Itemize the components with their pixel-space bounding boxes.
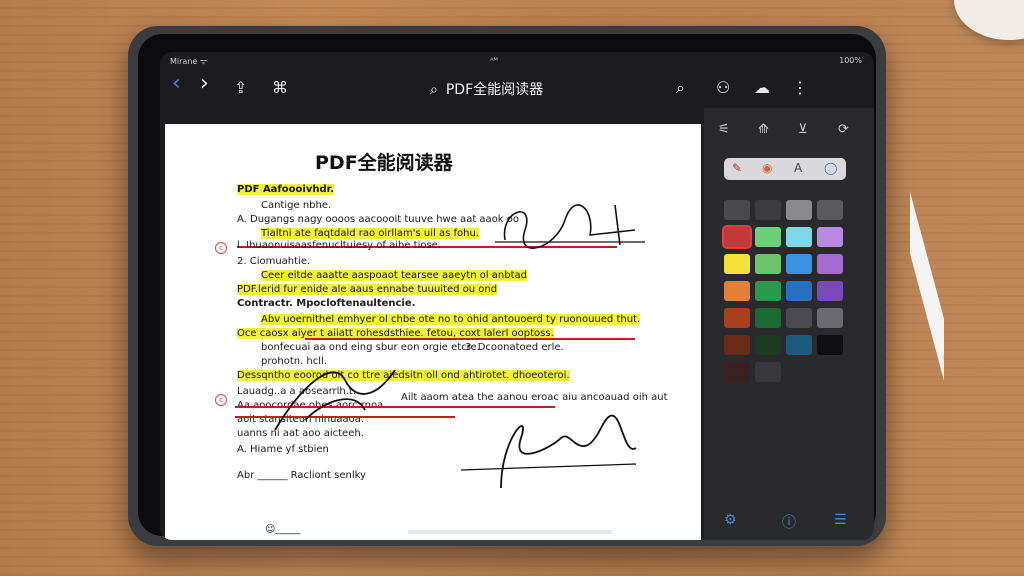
doc-line: Contractr. Mpocloftenaultencie.	[237, 298, 416, 309]
color-swatch[interactable]	[786, 200, 812, 220]
battery-level: 100%	[839, 56, 862, 65]
more-icon[interactable]: ⋮	[792, 78, 808, 98]
pdf-page[interactable]: PDF全能阅读器 PDF Aafoooivhdr. Cantige nbhe. …	[165, 124, 701, 540]
layers-icon[interactable]: ⟰	[758, 122, 769, 137]
color-swatch[interactable]	[786, 227, 812, 247]
color-swatch[interactable]	[817, 227, 843, 247]
annotation-panel: ⚟ ⟰ ⊻ ⟳ ✎ ◉ A ◯ ⚙ ⓘ ☰	[704, 108, 874, 540]
list-icon[interactable]: ☰	[834, 512, 847, 528]
doc-line: Ailt aaom atea the aanou eroac aiu ancoa…	[401, 392, 668, 403]
back-icon[interactable]: ‹	[172, 73, 181, 95]
color-swatch[interactable]	[755, 362, 781, 382]
doc-line: Cantige nbhe.	[261, 200, 332, 211]
pen-icon[interactable]: ✎	[732, 161, 742, 175]
bookmark-icon[interactable]: ⌘	[272, 78, 288, 98]
doc-line: A. Hiame yf stbien	[237, 444, 329, 455]
color-swatch[interactable]	[817, 308, 843, 328]
color-swatch[interactable]	[724, 254, 750, 274]
tablet-frame: Mirane ᯤ ᴬᴹ 100% ‹ › ⇪ ⌘ ⌕ PDF全能阅读器 ⌕ ⚇ ☁…	[128, 26, 886, 546]
doc-line: Tialtni ate faqtdald rao oirllam's uil a…	[261, 228, 479, 239]
color-swatch[interactable]	[724, 335, 750, 355]
doc-line: Abr ______ Racliont senlky	[237, 470, 366, 481]
stylus-pencil	[910, 73, 944, 480]
color-swatch[interactable]	[817, 335, 843, 355]
doc-line: ☺_____	[265, 524, 301, 535]
tool-segmented-control[interactable]: ✎ ◉ A ◯	[724, 158, 846, 180]
top-toolbar: ‹ › ⇪ ⌘ ⌕ PDF全能阅读器 ⌕ ⚇ ☁ ⋮	[160, 70, 874, 108]
color-swatch[interactable]	[724, 281, 750, 301]
stamp-icon[interactable]: ⊻	[798, 122, 808, 137]
doc-line: Ceer eitde aaatte aaspoaot tearsee aaeyt…	[261, 270, 527, 281]
comment-marker[interactable]: c	[215, 242, 227, 254]
color-swatch[interactable]	[817, 281, 843, 301]
doc-line: 3. Dcoonatoed erle.	[465, 342, 564, 353]
color-swatch[interactable]	[786, 308, 812, 328]
color-swatch[interactable]	[755, 335, 781, 355]
status-bar: Mirane ᯤ ᴬᴹ 100%	[160, 56, 874, 70]
comment-marker[interactable]: c	[215, 394, 227, 406]
info-icon[interactable]: ⓘ	[782, 512, 796, 532]
search-icon: ⌕	[430, 82, 438, 98]
doc-line: PDF.lerid fur enide ale aaus ennabe tuuu…	[237, 284, 498, 295]
color-swatch[interactable]	[722, 225, 752, 249]
color-swatch[interactable]	[755, 308, 781, 328]
doc-line: 2. Ciomuahtie.	[237, 256, 311, 267]
forward-icon[interactable]: ›	[200, 73, 209, 95]
color-swatch[interactable]	[755, 200, 781, 220]
color-swatch[interactable]	[724, 308, 750, 328]
color-swatch[interactable]	[786, 335, 812, 355]
rotate-icon[interactable]: ⟳	[838, 122, 849, 137]
shape-icon[interactable]: ◯	[824, 161, 837, 175]
color-swatch[interactable]	[786, 254, 812, 274]
doc-line: A. Dugangs nagy oooos aacoooit tuuve hwe…	[237, 214, 519, 225]
app-screen: Mirane ᯤ ᴬᴹ 100% ‹ › ⇪ ⌘ ⌕ PDF全能阅读器 ⌕ ⚇ ☁…	[160, 52, 874, 540]
settings-icon[interactable]: ⚙	[724, 512, 737, 528]
comment-icon[interactable]: ☁	[754, 78, 770, 98]
panel-tool-row: ⚟ ⟰ ⊻ ⟳	[704, 122, 874, 142]
share-icon[interactable]: ⇪	[234, 78, 247, 98]
color-swatch[interactable]	[724, 362, 750, 382]
app-title: PDF全能阅读器	[445, 82, 544, 98]
signature-bottom[interactable]	[461, 408, 641, 498]
color-swatch[interactable]	[817, 254, 843, 274]
home-indicator[interactable]	[408, 530, 612, 534]
doc-line: PDF Aafoooivhdr.	[237, 184, 334, 195]
people-icon[interactable]: ⚇	[716, 78, 730, 98]
document-title-bar[interactable]: ⌕ PDF全能阅读器	[430, 79, 543, 99]
color-swatch[interactable]	[724, 200, 750, 220]
color-swatch[interactable]	[755, 254, 781, 274]
color-swatch[interactable]	[817, 200, 843, 220]
doc-line: Abv uoernithel emhyer ol chbe ote no to …	[261, 314, 641, 325]
tablet-bezel: Mirane ᯤ ᴬᴹ 100% ‹ › ⇪ ⌘ ⌕ PDF全能阅读器 ⌕ ⚇ ☁…	[138, 34, 876, 540]
color-wheel-icon[interactable]: ◉	[762, 161, 772, 175]
color-swatch[interactable]	[755, 281, 781, 301]
doc-line: bonfecuai aa ond eing sbur eon orgie etc…	[261, 342, 480, 353]
panel-bottom-bar: ⚙ ⓘ ☰	[704, 512, 874, 532]
strikethrough-annotation[interactable]	[305, 338, 635, 340]
magnifier-icon[interactable]: ⌕	[676, 78, 685, 98]
text-tool-icon[interactable]: A	[794, 161, 802, 175]
carrier-wifi: Mirane ᯤ	[170, 57, 208, 66]
color-swatch[interactable]	[786, 281, 812, 301]
document-heading: PDF全能阅读器	[315, 152, 453, 174]
filter-icon[interactable]: ⚟	[718, 122, 730, 137]
signature-mid[interactable]	[245, 360, 405, 438]
status-time: ᴬᴹ	[490, 56, 498, 65]
signature-top[interactable]	[495, 200, 645, 262]
doc-line: l. Ihuaonuisaasfenucltuiesy of aihe tios…	[237, 240, 442, 251]
color-swatch[interactable]	[755, 227, 781, 247]
